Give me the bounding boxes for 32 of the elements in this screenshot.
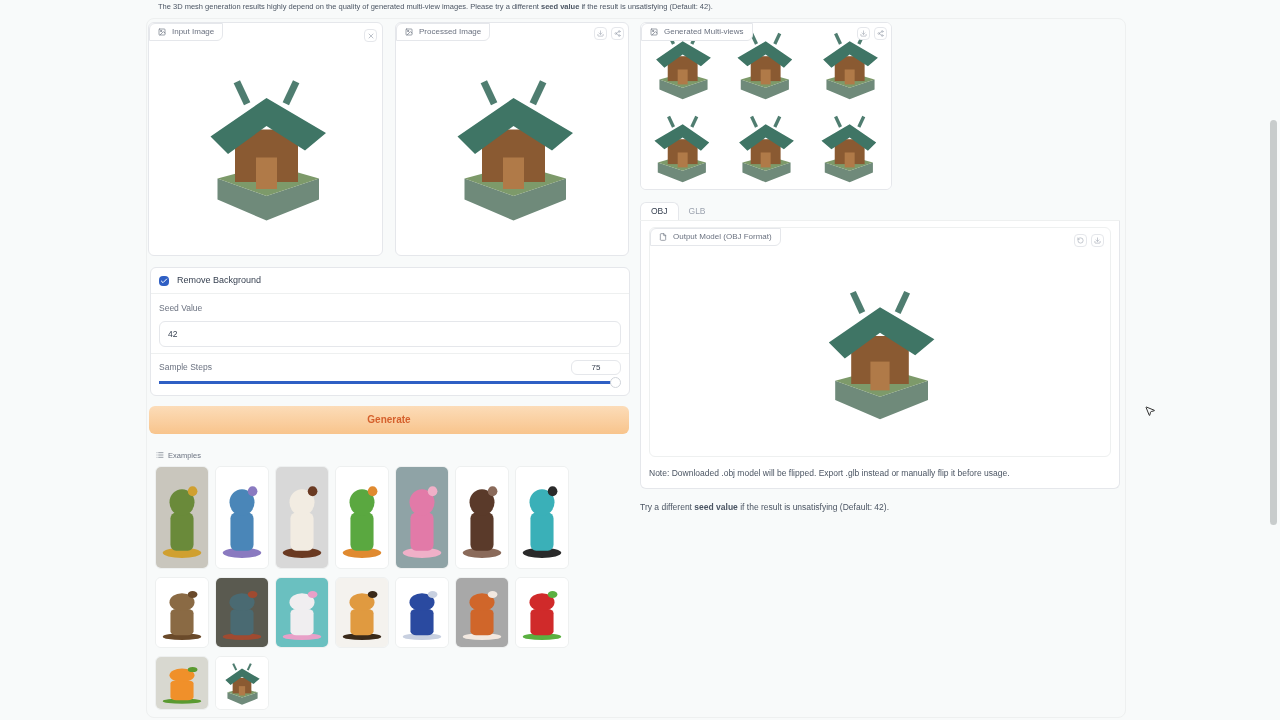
image-icon: [650, 28, 658, 36]
format-tab[interactable]: OBJ: [640, 202, 679, 220]
slider-thumb[interactable]: [610, 377, 621, 389]
checkbox[interactable]: [159, 275, 169, 286]
panel-label: Processed Image: [396, 23, 491, 41]
list-icon: [156, 451, 164, 460]
panel-label: Input Image: [149, 23, 224, 41]
share-button[interactable]: [611, 27, 624, 40]
share-icon: [614, 30, 621, 37]
seed-hint: Try a different seed value if the result is unsatisfying (Default: 42).: [640, 500, 890, 514]
reset-icon: [1077, 237, 1084, 244]
download-icon: [597, 30, 604, 37]
file-icon: [659, 233, 667, 241]
panel-label: Output Model (OBJ Format): [650, 228, 781, 246]
close-button[interactable]: [364, 29, 377, 42]
steps-number-field[interactable]: 75: [571, 359, 621, 375]
share-icon: [877, 30, 884, 37]
field-label: Seed Value: [159, 302, 204, 315]
checkbox-label: Remove Background: [177, 273, 262, 287]
close-icon: [366, 31, 375, 40]
download-icon: [1094, 237, 1101, 244]
slider-track[interactable]: [159, 376, 621, 389]
flip-note: Note: Downloaded .obj model will be flipped. Export .glb instead or manually flip it before usage.: [649, 467, 1011, 480]
image-icon: [158, 28, 166, 36]
scrollbar[interactable]: [1270, 120, 1277, 525]
field-label: Sample Steps: [159, 360, 212, 374]
cursor-icon: [1144, 405, 1156, 417]
seed-input-field[interactable]: 42: [159, 320, 621, 347]
download-icon: [860, 30, 867, 37]
panel-label: Generated Multi-views: [641, 23, 753, 41]
share-button[interactable]: [874, 27, 887, 40]
image-icon: [405, 28, 413, 36]
